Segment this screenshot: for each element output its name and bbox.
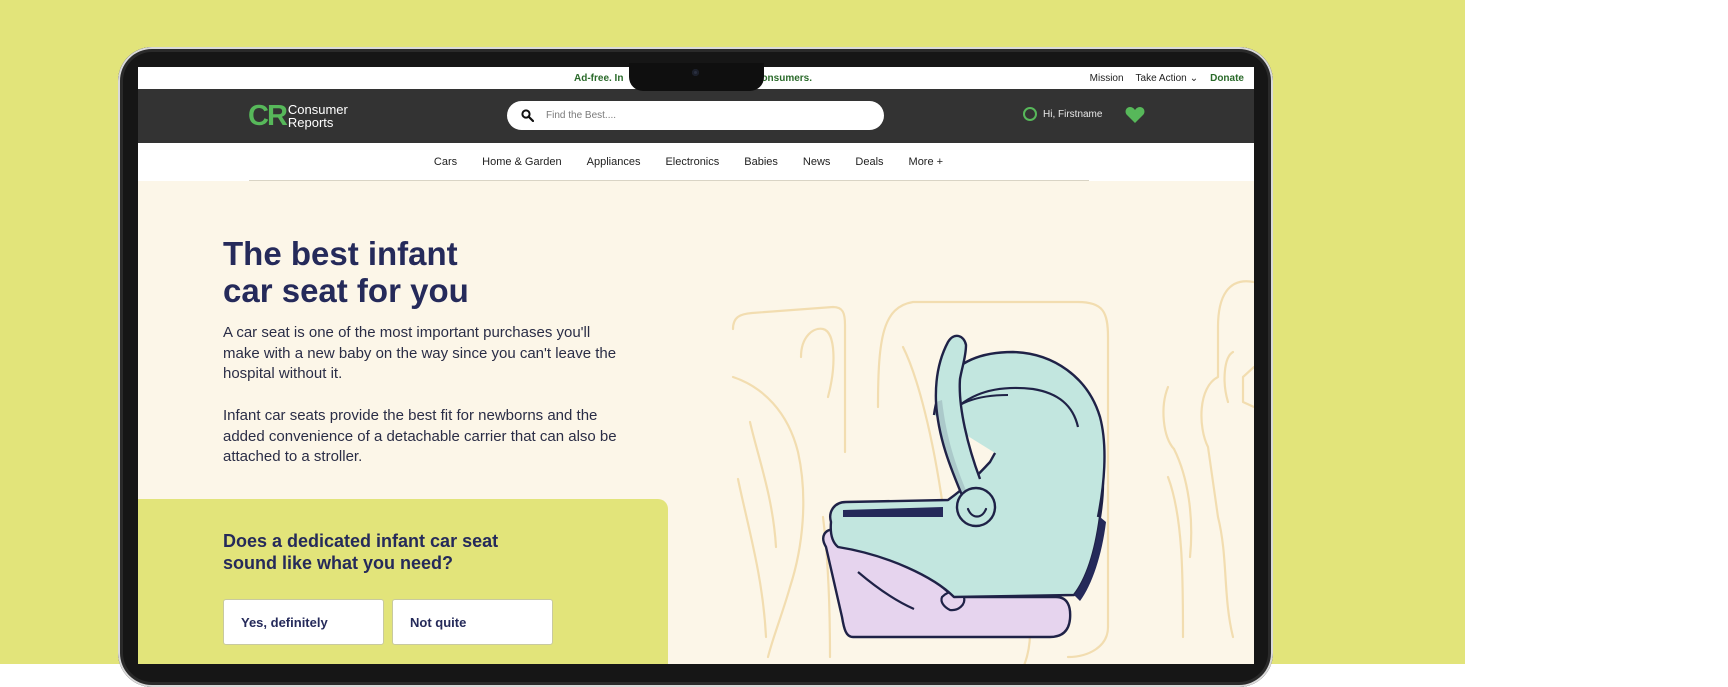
logo-line2: Reports	[287, 115, 334, 130]
hero-title-line2: car seat for you	[223, 272, 469, 309]
mission-link[interactable]: Mission	[1090, 73, 1124, 84]
user-account[interactable]: Hi, Firstname	[1023, 107, 1102, 121]
yes-definitely-button[interactable]: Yes, definitely	[223, 599, 384, 645]
main-nav: Cars Home & Garden Appliances Electronic…	[138, 143, 1254, 181]
take-action-menu[interactable]: Take Action ⌄	[1136, 73, 1199, 84]
nav-item-electronics[interactable]: Electronics	[665, 156, 719, 168]
donate-link[interactable]: Donate	[1210, 73, 1244, 84]
nav-item-cars[interactable]: Cars	[434, 156, 457, 168]
nav-item-news[interactable]: News	[803, 156, 831, 168]
logo-mark: CR	[248, 100, 288, 132]
laptop-notch	[629, 63, 764, 91]
nav-divider	[249, 180, 1089, 181]
logo-wordmark: Consumer Reports	[288, 103, 348, 129]
browser-screen: Ad-free. In onsumers. Mission Take Action…	[138, 67, 1254, 664]
site-header: CR ConsumerReports Hi, Firstname	[138, 89, 1254, 143]
quiz-question: Does a dedicated infant car seat sound l…	[223, 531, 499, 573]
hero-paragraph-2: Infant car seats provide the best fit fo…	[223, 407, 617, 465]
hero-title-line1: The best infant	[223, 235, 458, 272]
search-icon[interactable]	[521, 109, 534, 122]
chevron-down-icon: ⌄	[1189, 73, 1199, 84]
nav-item-babies[interactable]: Babies	[744, 156, 778, 168]
nav-item-deals[interactable]: Deals	[855, 156, 883, 168]
search-input[interactable]	[544, 109, 848, 122]
take-action-label: Take Action	[1135, 73, 1187, 84]
user-icon	[1023, 107, 1037, 121]
promo-text-right: onsumers.	[761, 73, 813, 84]
hero-title: The best infant car seat for you	[223, 235, 643, 309]
not-quite-button[interactable]: Not quite	[392, 599, 553, 645]
promo-text-left: Ad-free. In	[574, 73, 624, 84]
nav-item-home-garden[interactable]: Home & Garden	[482, 156, 561, 168]
infant-car-seat-illustration	[731, 280, 1254, 664]
nav-item-more[interactable]: More +	[909, 156, 944, 168]
heart-icon[interactable]	[1125, 106, 1145, 124]
quiz-panel: Does a dedicated infant car seat sound l…	[138, 499, 668, 664]
nav-item-appliances[interactable]: Appliances	[587, 156, 641, 168]
utility-links: Mission Take Action ⌄ Donate	[1090, 73, 1244, 84]
consumer-reports-logo[interactable]: CR Consumer Reports	[248, 100, 348, 132]
user-greeting: Hi, Firstname	[1043, 108, 1103, 120]
camera-icon	[692, 69, 699, 76]
search-bar	[507, 101, 884, 130]
hero-paragraph-1: A car seat is one of the most important …	[223, 324, 617, 382]
